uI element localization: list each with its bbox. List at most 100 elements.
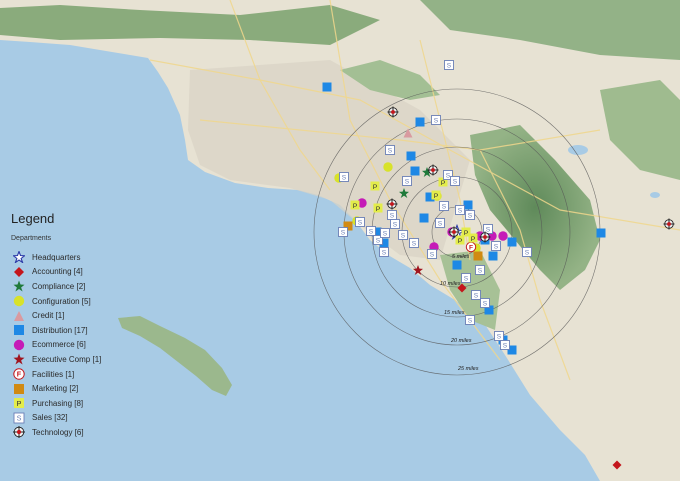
map-marker-purchasing-p[interactable]: P <box>431 190 441 200</box>
map-marker-marketing-square[interactable] <box>473 251 483 261</box>
svg-text:P: P <box>373 184 378 191</box>
map-marker-sales-s[interactable]: S <box>480 298 490 308</box>
map-marker-distribution-square[interactable] <box>488 251 498 261</box>
legend-item-label: Ecommerce [6] <box>32 340 86 350</box>
svg-text:S: S <box>494 244 499 251</box>
legend-item-label: Sales [32] <box>32 413 68 423</box>
svg-text:P: P <box>353 203 358 210</box>
map-marker-sales-s[interactable]: S <box>450 176 460 186</box>
map-marker-distribution-square[interactable] <box>410 166 420 176</box>
map-marker-distribution-square[interactable] <box>452 260 462 270</box>
map-marker-sales-s[interactable]: S <box>475 265 485 275</box>
map-marker-sales-s[interactable]: S <box>461 273 471 283</box>
map-marker-sales-s[interactable]: S <box>339 172 349 182</box>
legend-item: Credit [1] <box>11 308 161 323</box>
map-marker-sales-s[interactable]: S <box>385 145 395 155</box>
map-marker-sales-s[interactable]: S <box>380 228 390 238</box>
map-marker-distribution-square[interactable] <box>322 82 332 92</box>
map-marker-facilities-f[interactable]: F <box>465 241 477 253</box>
svg-text:P: P <box>17 399 22 408</box>
svg-text:S: S <box>503 343 508 350</box>
map-marker-sales-s[interactable]: S <box>439 201 449 211</box>
svg-text:P: P <box>434 193 439 200</box>
legend-item: Compliance [2] <box>11 279 161 294</box>
legend-item-label: Accounting [4] <box>32 267 83 277</box>
svg-text:S: S <box>393 222 398 229</box>
map-marker-sales-s[interactable]: S <box>427 249 437 259</box>
map-marker-sales-s[interactable]: S <box>465 315 475 325</box>
map-marker-distribution-square[interactable] <box>596 228 606 238</box>
map-marker-sales-s[interactable]: S <box>491 241 501 251</box>
map-marker-sales-s[interactable]: S <box>471 290 481 300</box>
headquarters-star-icon <box>11 251 27 264</box>
legend-item-label: Purchasing [8] <box>32 398 84 408</box>
ring-label-5: 5 miles <box>452 254 470 260</box>
legend-item-label: Credit [1] <box>32 311 65 321</box>
svg-text:S: S <box>447 63 452 70</box>
svg-text:S: S <box>405 179 410 186</box>
executive-comp-star-icon <box>11 353 27 365</box>
sales-s-icon: S <box>11 412 27 424</box>
legend-item: P Purchasing [8] <box>11 396 161 411</box>
compliance-star-icon <box>11 280 27 292</box>
svg-text:S: S <box>453 179 458 186</box>
map-marker-sales-s[interactable]: S <box>366 226 376 236</box>
map-marker-sales-s[interactable]: S <box>387 210 397 220</box>
svg-text:S: S <box>369 229 374 236</box>
svg-text:S: S <box>388 148 393 155</box>
ecommerce-circle-icon <box>11 339 27 351</box>
map-marker-sales-s[interactable]: S <box>465 210 475 220</box>
map-marker-sales-s[interactable]: S <box>522 247 532 257</box>
map-marker-configuration-circle[interactable] <box>383 162 393 172</box>
map-marker-sales-s[interactable]: S <box>338 227 348 237</box>
legend-item: Executive Comp [1] <box>11 352 161 367</box>
map-marker-sales-s[interactable]: S <box>494 331 504 341</box>
legend-item-label: Executive Comp [1] <box>32 354 102 364</box>
map-marker-ecommerce-circle[interactable] <box>498 231 508 241</box>
legend-title: Legend <box>11 211 55 226</box>
map-marker-sales-s[interactable]: S <box>500 340 510 350</box>
map-marker-sales-s[interactable]: S <box>390 219 400 229</box>
svg-text:S: S <box>474 293 479 300</box>
map-marker-sales-s[interactable]: S <box>455 205 465 215</box>
facilities-f-icon: F <box>11 368 27 380</box>
svg-text:S: S <box>390 213 395 220</box>
map-marker-sales-s[interactable]: S <box>355 217 365 227</box>
svg-text:S: S <box>358 220 363 227</box>
map-marker-distribution-square[interactable] <box>415 117 425 127</box>
legend-item: Technology [6] <box>11 425 161 440</box>
map-marker-sales-s[interactable]: S <box>402 176 412 186</box>
map-marker-purchasing-p[interactable]: P <box>373 203 383 213</box>
svg-text:S: S <box>442 204 447 211</box>
map-marker-distribution-square[interactable] <box>419 213 429 223</box>
map-marker-sales-s[interactable]: S <box>431 115 441 125</box>
svg-text:S: S <box>434 118 439 125</box>
map-marker-sales-s[interactable]: S <box>444 60 454 70</box>
svg-text:P: P <box>458 238 463 245</box>
map-marker-purchasing-p[interactable]: P <box>455 235 465 245</box>
map-marker-purchasing-p[interactable]: P <box>370 181 380 191</box>
svg-text:S: S <box>464 276 469 283</box>
map-marker-distribution-square[interactable] <box>507 237 517 247</box>
map-marker-sales-s[interactable]: S <box>398 230 408 240</box>
legend-item-label: Marketing [2] <box>32 384 79 394</box>
map-marker-purchasing-p[interactable]: P <box>468 233 478 243</box>
lake <box>650 192 660 198</box>
map-marker-sales-s[interactable]: S <box>379 247 389 257</box>
ring-label-10: 10 miles <box>440 281 461 287</box>
marketing-square-icon <box>11 383 27 395</box>
map-marker-sales-s[interactable]: S <box>435 218 445 228</box>
legend: Legend Departments Headquarters Accountin… <box>11 211 161 440</box>
map-marker-purchasing-p[interactable]: P <box>350 200 360 210</box>
svg-text:S: S <box>382 250 387 257</box>
purchasing-p-icon: P <box>11 397 27 409</box>
map-marker-sales-s[interactable]: S <box>409 238 419 248</box>
credit-triangle-icon <box>11 310 27 322</box>
svg-text:S: S <box>341 230 346 237</box>
legend-item: Configuration [5] <box>11 294 161 309</box>
distribution-square-icon <box>11 324 27 336</box>
technology-crosshair-icon <box>11 426 27 439</box>
map-marker-distribution-square[interactable] <box>406 151 416 161</box>
svg-text:S: S <box>376 238 381 245</box>
svg-text:S: S <box>446 173 451 180</box>
